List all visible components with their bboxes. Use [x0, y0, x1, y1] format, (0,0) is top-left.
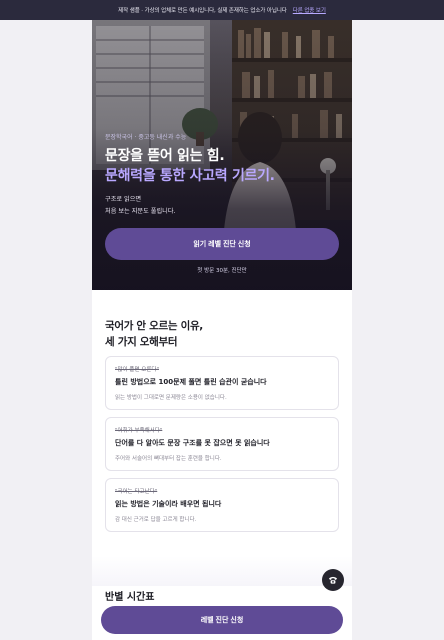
- misconceptions-section-title: 국어가 안 오르는 이유, 세 가지 오해부터: [105, 318, 203, 350]
- phone-icon: [329, 576, 337, 584]
- misconception-tag: "국어는 타고난다": [115, 489, 158, 495]
- notice-text: 제작 샘플 · 가상의 업체로 만든 예시입니다, 실제 존재하는 업소가 아닙…: [118, 8, 287, 14]
- misconception-card: "어휘가 부족해서다" 단어를 다 알아도 문장 구조를 못 잡으면 못 읽습니…: [105, 417, 339, 471]
- level-diagnosis-sticky-button[interactable]: 레벨 진단 신청: [101, 606, 343, 634]
- hero-subtext: 구조로 읽으면 처음 보는 지문도 풀립니다.: [105, 194, 175, 218]
- misconception-desc: 주어와 서술어의 뼈대부터 잡는 훈련을 합니다.: [115, 456, 222, 462]
- other-industries-link[interactable]: 다른 업종 보기: [293, 6, 326, 14]
- hero-cta-note: 첫 방문 30분, 진단만: [197, 268, 247, 274]
- misconception-desc: 감 대신 근거로 답을 고르게 합니다.: [115, 517, 197, 523]
- misconception-title: 단어를 다 알아도 문장 구조를 못 잡으면 못 읽습니다: [115, 439, 270, 447]
- misconception-tag: "많이 풀면 오른다": [115, 367, 159, 373]
- class-timetable-title: 반별 시간표: [105, 592, 155, 603]
- hero-headline-line1: 문장을 뜯어 읽는 힘.: [105, 148, 225, 164]
- section-divider: [92, 556, 352, 586]
- hero-headline-line2: 문해력을 통한 사고력 기르기.: [105, 168, 275, 184]
- misconception-title: 읽는 방법은 기술이라 배우면 됩니다: [115, 500, 222, 508]
- hero-subtext-line2: 처음 보는 지문도 풀립니다.: [105, 208, 176, 215]
- floating-call-button[interactable]: [322, 569, 344, 591]
- misconception-desc: 읽는 방법이 그대로면 문제량은 소용이 없습니다.: [115, 395, 227, 401]
- misconception-tag: "어휘가 부족해서다": [115, 428, 163, 434]
- page-container: 문장학국어 · 중고등 내신과 수능 문장을 뜯어 읽는 힘. 문해력을 통한 …: [92, 0, 352, 640]
- hero-eyebrow: 문장학국어 · 중고등 내신과 수능: [105, 134, 187, 141]
- hero-section: 문장학국어 · 중고등 내신과 수능 문장을 뜯어 읽는 힘. 문해력을 통한 …: [92, 20, 352, 290]
- sample-notice-bar: 제작 샘플 · 가상의 업체로 만든 예시입니다, 실제 존재하는 업소가 아닙…: [0, 0, 444, 20]
- hero-subtext-line1: 구조로 읽으면: [105, 196, 142, 203]
- misconception-title: 틀린 방법으로 100문제 풀면 틀린 습관이 굳습니다: [115, 378, 267, 386]
- misconception-card: "많이 풀면 오른다" 틀린 방법으로 100문제 풀면 틀린 습관이 굳습니다…: [105, 356, 339, 410]
- misconception-card: "국어는 타고난다" 읽는 방법은 기술이라 배우면 됩니다 감 대신 근거로 …: [105, 478, 339, 532]
- section-title-line1: 국어가 안 오르는 이유,: [105, 320, 203, 332]
- reading-level-diagnosis-button[interactable]: 읽기 레벨 진단 신청: [105, 228, 339, 260]
- section-title-line2: 세 가지 오해부터: [105, 336, 178, 348]
- hero-headline: 문장을 뜯어 읽는 힘. 문해력을 통한 사고력 기르기.: [105, 146, 275, 186]
